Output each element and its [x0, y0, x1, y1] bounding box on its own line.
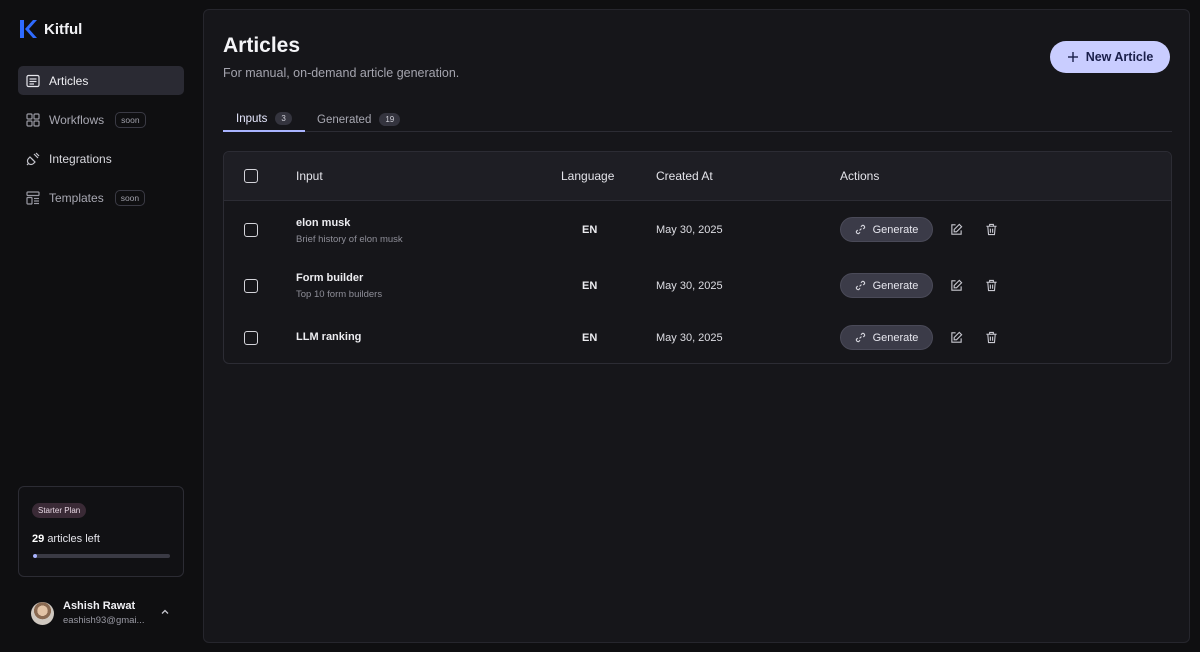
- plan-card: Starter Plan 29 articles left: [18, 486, 184, 577]
- tab-generated[interactable]: Generated 19: [304, 107, 413, 132]
- trash-icon[interactable]: [983, 329, 999, 345]
- column-header-input: Input: [296, 169, 323, 183]
- page-subtitle: For manual, on-demand article generation…: [223, 66, 460, 80]
- row-title: Form builder: [296, 272, 364, 284]
- table-row: LLM ranking EN May 30, 2025 Generate: [224, 311, 1171, 363]
- row-checkbox[interactable]: [244, 331, 258, 345]
- sidebar-item-workflows[interactable]: Workflows soon: [18, 105, 184, 134]
- sidebar-item-label: Integrations: [49, 151, 112, 166]
- row-language: EN: [582, 280, 598, 292]
- row-created-at: May 30, 2025: [656, 224, 723, 236]
- articles-left: 29 articles left: [32, 533, 100, 545]
- plus-icon: [1067, 52, 1078, 62]
- generate-label: Generate: [872, 223, 919, 236]
- row-checkbox[interactable]: [244, 223, 258, 237]
- tab-label: Generated: [317, 113, 372, 126]
- link-icon: [855, 224, 865, 235]
- link-icon: [855, 332, 865, 343]
- articles-left-count: 29: [32, 533, 45, 545]
- plan-progress-bar: [33, 554, 170, 558]
- row-checkbox[interactable]: [244, 279, 258, 293]
- main-panel: Articles For manual, on-demand article g…: [203, 9, 1190, 643]
- generate-button[interactable]: Generate: [840, 325, 933, 350]
- articles-left-label: articles left: [47, 533, 100, 545]
- tab-count: 3: [275, 112, 292, 125]
- avatar: [31, 601, 54, 625]
- plan-progress-fill: [33, 554, 38, 558]
- edit-icon[interactable]: [948, 329, 964, 345]
- link-icon: [855, 280, 865, 291]
- workflows-icon: [26, 112, 40, 127]
- tab-count: 19: [379, 113, 401, 126]
- generate-label: Generate: [872, 279, 919, 292]
- new-article-button[interactable]: New Article: [1050, 41, 1170, 73]
- edit-icon[interactable]: [948, 277, 964, 293]
- generate-label: Generate: [872, 331, 919, 344]
- tabs: Inputs 3 Generated 19: [223, 107, 1172, 132]
- column-header-language: Language: [561, 169, 615, 183]
- table-row: elon musk Brief history of elon musk EN …: [224, 201, 1171, 256]
- sidebar-item-articles[interactable]: Articles: [18, 66, 184, 95]
- row-created-at: May 30, 2025: [656, 332, 723, 344]
- sidebar-item-templates[interactable]: Templates soon: [18, 183, 184, 212]
- integrations-icon: [26, 152, 40, 166]
- page-title: Articles: [223, 34, 301, 57]
- inputs-table: Input Language Created At Actions elon m…: [223, 151, 1172, 364]
- tab-label: Inputs: [236, 112, 268, 125]
- trash-icon[interactable]: [983, 277, 999, 293]
- column-header-created-at: Created At: [656, 169, 713, 183]
- sidebar-item-label: Templates: [49, 190, 104, 205]
- brand-name: Kitful: [44, 20, 83, 38]
- chevron-up-icon[interactable]: [159, 606, 171, 618]
- sidebar-item-label: Articles: [49, 73, 89, 88]
- sidebar-item-integrations[interactable]: Integrations: [18, 144, 184, 173]
- row-title: LLM ranking: [296, 331, 362, 343]
- row-language: EN: [582, 332, 598, 344]
- generate-button[interactable]: Generate: [840, 217, 933, 242]
- generate-button[interactable]: Generate: [840, 273, 933, 298]
- row-subtitle: Brief history of elon musk: [296, 234, 403, 245]
- row-language: EN: [582, 224, 598, 236]
- row-title: elon musk: [296, 217, 351, 229]
- table-row: Form builder Top 10 form builders EN May…: [224, 256, 1171, 311]
- user-name: Ashish Rawat: [63, 600, 136, 612]
- brand[interactable]: Kitful: [19, 19, 82, 39]
- kitful-logo-icon: [20, 20, 37, 38]
- trash-icon[interactable]: [983, 221, 999, 237]
- select-all-checkbox[interactable]: [244, 169, 258, 183]
- articles-icon: [26, 74, 40, 88]
- new-article-label: New Article: [1085, 50, 1154, 64]
- sidebar-item-label: Workflows: [49, 112, 105, 127]
- tab-inputs[interactable]: Inputs 3: [223, 107, 305, 132]
- row-created-at: May 30, 2025: [656, 280, 723, 292]
- templates-icon: [26, 190, 40, 205]
- soon-badge: soon: [115, 111, 146, 128]
- soon-badge: soon: [114, 189, 146, 206]
- column-header-actions: Actions: [840, 169, 880, 183]
- row-subtitle: Top 10 form builders: [296, 289, 383, 300]
- sidebar: Kitful Articles Workflows soon Integrati…: [0, 0, 202, 652]
- plan-badge: Starter Plan: [32, 503, 87, 518]
- user-menu[interactable]: Ashish Rawat eashish93@gmai...: [31, 598, 171, 628]
- edit-icon[interactable]: [948, 221, 964, 237]
- table-header: Input Language Created At Actions: [224, 152, 1171, 201]
- user-email: eashish93@gmai...: [63, 615, 145, 626]
